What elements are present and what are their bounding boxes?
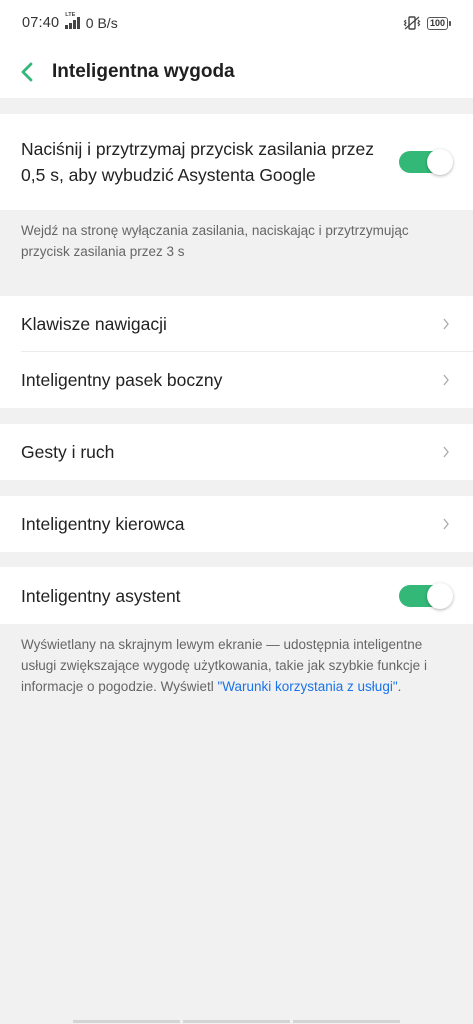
battery-icon: 100 xyxy=(426,16,452,30)
smart-driver-item[interactable]: Inteligentny kierowca xyxy=(0,496,473,552)
chevron-right-icon xyxy=(443,518,449,530)
network-type: LTE xyxy=(65,12,76,18)
navigation-keys-label: Klawisze nawigacji xyxy=(21,314,167,334)
chevron-right-icon xyxy=(443,374,449,386)
smart-sidebar-item[interactable]: Inteligentny pasek boczny xyxy=(0,352,473,408)
smart-driver-label: Inteligentny kierowca xyxy=(21,514,185,534)
status-time: 07:40 xyxy=(22,15,60,31)
navigation-bar xyxy=(0,1020,473,1024)
nav-segment[interactable] xyxy=(73,1020,180,1023)
app-header: Inteligentna wygoda xyxy=(0,46,473,98)
net-speed: 0 B/s xyxy=(85,15,118,31)
gestures-motion-item[interactable]: Gesty i ruch xyxy=(0,424,473,480)
power-button-assistant-label: Naciśnij i przytrzymaj przycisk zasilani… xyxy=(21,139,374,185)
power-button-description: Wejdź na stronę wyłączania zasilania, na… xyxy=(21,223,409,259)
smart-assistant-card: Inteligentny asystent xyxy=(0,567,473,624)
signal-icon: LTE xyxy=(65,12,80,29)
description-suffix: . xyxy=(397,679,402,694)
nav-segment[interactable] xyxy=(183,1020,290,1023)
chevron-right-icon xyxy=(443,318,449,330)
chevron-right-icon xyxy=(443,446,449,458)
power-button-assistant-toggle[interactable] xyxy=(399,149,453,175)
back-arrow-icon[interactable] xyxy=(18,60,38,84)
page-title: Inteligentna wygoda xyxy=(52,61,235,82)
smart-assistant-row[interactable]: Inteligentny asystent xyxy=(0,567,473,624)
smart-sidebar-label: Inteligentny pasek boczny xyxy=(21,370,223,390)
navigation-keys-item[interactable]: Klawisze nawigacji xyxy=(0,296,473,352)
power-button-card: Naciśnij i przytrzymaj przycisk zasilani… xyxy=(0,114,473,210)
menu-group-2: Gesty i ruch xyxy=(0,424,473,480)
terms-of-service-link[interactable]: "Warunki korzystania z usługi" xyxy=(217,679,397,694)
vibrate-icon xyxy=(403,16,421,30)
power-button-assistant-row[interactable]: Naciśnij i przytrzymaj przycisk zasilani… xyxy=(0,114,473,210)
smart-assistant-toggle[interactable] xyxy=(399,582,453,609)
status-bar: 07:40 LTE 0 B/s 100 xyxy=(0,0,473,46)
menu-group-1: Klawisze nawigacji Inteligentny pasek bo… xyxy=(0,296,473,408)
gestures-motion-label: Gesty i ruch xyxy=(21,442,115,462)
menu-group-3: Inteligentny kierowca xyxy=(0,496,473,552)
nav-segment[interactable] xyxy=(293,1020,400,1023)
smart-assistant-description: Wyświetlany na skrajnym lewym ekranie — … xyxy=(0,624,473,697)
smart-assistant-label: Inteligentny asystent xyxy=(21,585,181,606)
